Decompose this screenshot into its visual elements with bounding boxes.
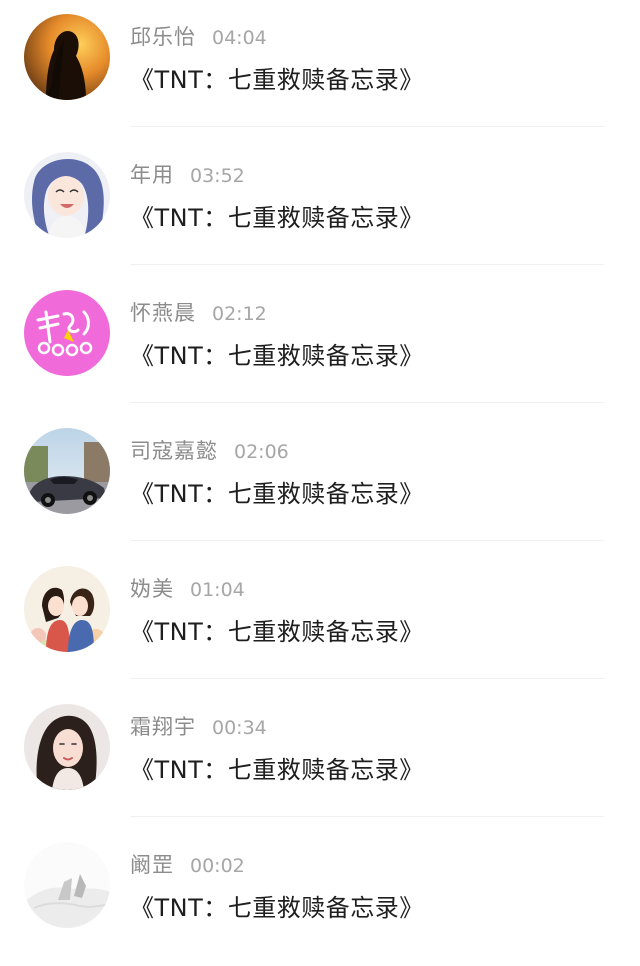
comment-text[interactable]: 《TNT：七重救赎备忘录》 — [130, 474, 424, 514]
user-name[interactable]: 霜翔宇 — [130, 715, 196, 739]
divider — [130, 540, 604, 541]
comment-meta: 霜翔宇 00:34 — [130, 712, 267, 742]
user-name[interactable]: 阚罡 — [130, 853, 174, 877]
comment-time: 02:06 — [234, 441, 289, 463]
silhouette-sunset-icon — [24, 14, 110, 100]
pink-lettering-icon — [24, 290, 110, 376]
avatar[interactable] — [24, 14, 110, 100]
avatar[interactable] — [24, 842, 110, 928]
divider — [130, 264, 604, 265]
comment-time: 00:34 — [212, 717, 267, 739]
anime-girl-icon — [24, 152, 110, 238]
comment-time: 02:12 — [212, 303, 267, 325]
comment-text[interactable]: 《TNT：七重救赎备忘录》 — [130, 336, 424, 376]
divider — [130, 816, 604, 817]
comment-text[interactable]: 《TNT：七重救赎备忘录》 — [130, 198, 424, 238]
comment-time: 03:52 — [190, 165, 245, 187]
comment-text[interactable]: 《TNT：七重救赎备忘录》 — [130, 60, 424, 100]
list-item[interactable]: 年用 03:52 《TNT：七重救赎备忘录》 — [0, 138, 640, 276]
comment-meta: 阚罡 00:02 — [130, 850, 245, 880]
list-item[interactable]: 司寇嘉懿 02:06 《TNT：七重救赎备忘录》 — [0, 414, 640, 552]
avatar[interactable] — [24, 566, 110, 652]
user-name[interactable]: 司寇嘉懿 — [130, 439, 218, 463]
avatar[interactable] — [24, 428, 110, 514]
list-item[interactable]: 妫美 01:04 《TNT：七重救赎备忘录》 — [0, 552, 640, 690]
portrait-girl-icon — [24, 704, 110, 790]
list-item[interactable]: 阚罡 00:02 《TNT：七重救赎备忘录》 — [0, 828, 640, 966]
comment-meta: 妫美 01:04 — [130, 574, 245, 604]
divider — [130, 402, 604, 403]
divider — [130, 126, 604, 127]
comment-text[interactable]: 《TNT：七重救赎备忘录》 — [130, 888, 424, 928]
comment-text[interactable]: 《TNT：七重救赎备忘录》 — [130, 612, 424, 652]
list-item[interactable]: 怀燕晨 02:12 《TNT：七重救赎备忘录》 — [0, 276, 640, 414]
comment-meta: 怀燕晨 02:12 — [130, 298, 267, 328]
avatar[interactable] — [24, 152, 110, 238]
grey-landscape-icon — [24, 842, 110, 928]
illustrated-couple-icon — [24, 566, 110, 652]
user-name[interactable]: 年用 — [130, 163, 174, 187]
user-name[interactable]: 妫美 — [130, 577, 174, 601]
comment-meta: 年用 03:52 — [130, 160, 245, 190]
list-item[interactable]: 邱乐怡 04:04 《TNT：七重救赎备忘录》 — [0, 0, 640, 138]
sports-car-icon — [24, 428, 110, 514]
user-name[interactable]: 邱乐怡 — [130, 25, 196, 49]
comment-meta: 司寇嘉懿 02:06 — [130, 436, 289, 466]
avatar[interactable] — [24, 704, 110, 790]
comment-meta: 邱乐怡 04:04 — [130, 22, 267, 52]
avatar[interactable] — [24, 290, 110, 376]
list-item[interactable]: 霜翔宇 00:34 《TNT：七重救赎备忘录》 — [0, 690, 640, 828]
comment-time: 04:04 — [212, 27, 267, 49]
comment-time: 00:02 — [190, 855, 245, 877]
comment-time: 01:04 — [190, 579, 245, 601]
user-name[interactable]: 怀燕晨 — [130, 301, 196, 325]
comment-list: 邱乐怡 04:04 《TNT：七重救赎备忘录》 年用 03:52 《TNT：七重救赎… — [0, 0, 640, 960]
comment-text[interactable]: 《TNT：七重救赎备忘录》 — [130, 750, 424, 790]
divider — [130, 678, 604, 679]
